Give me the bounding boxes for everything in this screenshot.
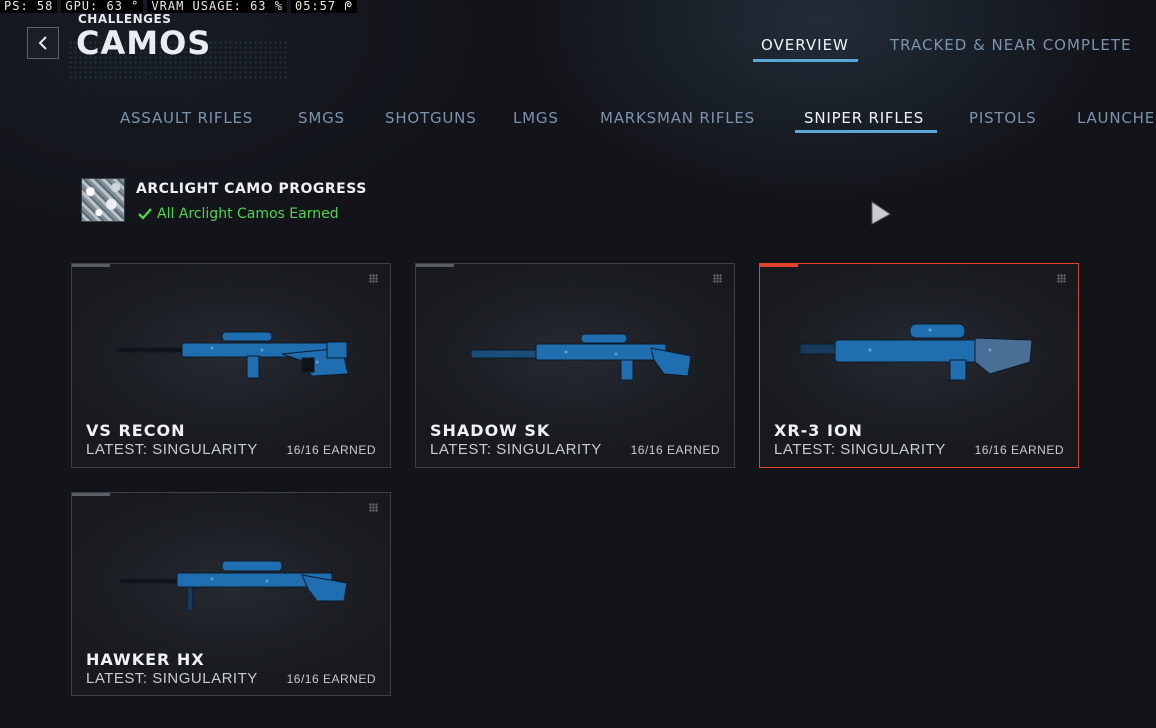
weapon-image	[119, 560, 348, 612]
weapon-card-shadow-sk[interactable]: SHADOW SK LATEST: SINGULARITY 16/16 EARN…	[415, 263, 735, 468]
chevron-left-icon	[38, 36, 47, 50]
back-button[interactable]	[27, 27, 59, 59]
weapon-name: HAWKER HX	[86, 650, 205, 669]
performance-overlay: PS: 58 GPU: 63 ° VRAM USAGE: 63 % 05:57 …	[0, 0, 358, 13]
camo-progress-title: ARCLIGHT CAMO PROGRESS	[136, 181, 367, 197]
category-tab-lmgs[interactable]: LMGS	[513, 109, 559, 127]
tab-overview-underline	[753, 59, 858, 62]
checkmark-icon	[138, 208, 152, 220]
weapon-name: VS RECON	[86, 421, 186, 440]
category-tab-pistols[interactable]: PISTOLS	[969, 109, 1036, 127]
clock-readout: 05:57 ᖘ	[290, 0, 358, 13]
weapon-latest-camo: LATEST: SINGULARITY	[430, 441, 602, 458]
weapon-image	[470, 333, 692, 381]
category-tab-sniper-rifles[interactable]: SNIPER RIFLES	[804, 109, 924, 127]
camo-progress-status: All Arclight Camos Earned	[138, 206, 339, 222]
tab-overview[interactable]: OVERVIEW	[761, 36, 849, 54]
weapon-card-hawker-hx[interactable]: HAWKER HX LATEST: SINGULARITY 16/16 EARN…	[71, 492, 391, 696]
category-tab-sniper-rifles-underline	[795, 130, 937, 133]
weapon-image	[116, 331, 349, 379]
weapon-latest-camo: LATEST: SINGULARITY	[774, 441, 946, 458]
weapon-latest-camo: LATEST: SINGULARITY	[86, 670, 258, 687]
weapon-latest-camo: LATEST: SINGULARITY	[86, 441, 258, 458]
weapon-name: XR-3 ION	[774, 421, 863, 440]
arclight-camo-icon	[81, 178, 125, 222]
weapon-card-vs-recon[interactable]: VS RECON LATEST: SINGULARITY 16/16 EARNE…	[71, 263, 391, 468]
weapon-earned-count: 16/16 EARNED	[974, 443, 1064, 457]
weapon-earned-count: 16/16 EARNED	[286, 443, 376, 457]
weapon-earned-count: 16/16 EARNED	[630, 443, 720, 457]
mouse-cursor-icon	[871, 201, 891, 225]
category-tab-shotguns[interactable]: SHOTGUNS	[385, 109, 477, 127]
category-tab-marksman-rifles[interactable]: MARKSMAN RIFLES	[600, 109, 755, 127]
weapon-earned-count: 16/16 EARNED	[286, 672, 376, 686]
category-tab-smgs[interactable]: SMGS	[298, 109, 345, 127]
category-tab-launchers[interactable]: LAUNCHERS	[1077, 109, 1156, 127]
weapon-card-xr-3-ion[interactable]: XR-3 ION LATEST: SINGULARITY 16/16 EARNE…	[759, 263, 1079, 468]
weapon-name: SHADOW SK	[430, 421, 551, 440]
weapon-image	[799, 323, 1033, 381]
camo-progress-status-text: All Arclight Camos Earned	[157, 206, 339, 222]
fps-readout: PS: 58	[0, 0, 58, 13]
tab-tracked-near-complete[interactable]: TRACKED & NEAR COMPLETE	[890, 36, 1131, 54]
page-title: CAMOS	[76, 24, 212, 62]
category-tab-assault-rifles[interactable]: ASSAULT RIFLES	[120, 109, 253, 127]
